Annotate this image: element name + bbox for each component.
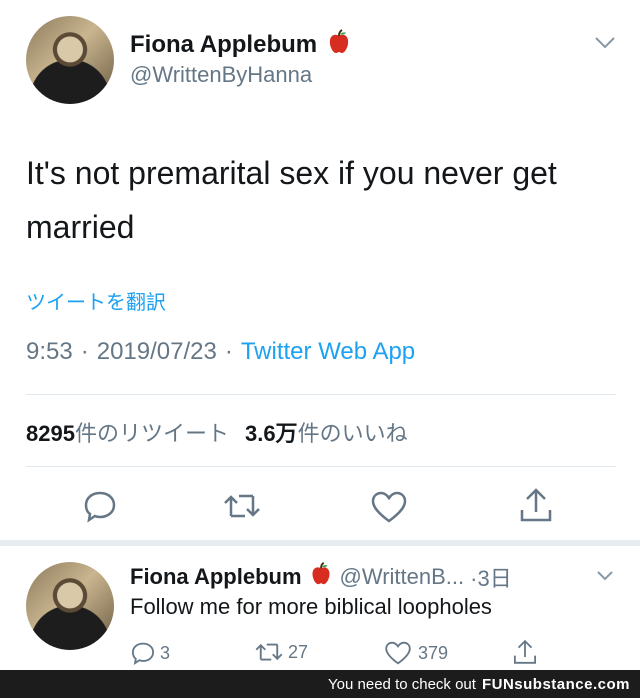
reply-like-action[interactable]: 379 [384,640,448,666]
like-icon[interactable] [370,490,408,524]
chevron-down-icon[interactable] [596,570,614,582]
reply-author-handle[interactable]: @WrittenB... [340,564,465,590]
meta-separator: · [224,338,233,365]
retweet-icon [254,640,284,664]
tweet-time[interactable]: 9:53 [26,338,73,366]
divider [26,466,616,467]
tweet-meta: 9:53 · 2019/07/23 · Twitter Web App [26,338,415,366]
translate-link[interactable]: ツイートを翻訳 [26,286,166,315]
reply-reply-action[interactable]: 3 [130,640,170,666]
reply-author-row: Fiona Applebum @WrittenB... ·3日 [130,561,512,593]
tweet-text: It's not premarital sex if you never get… [26,155,557,245]
reply-reply-count: 3 [160,642,171,663]
section-separator [0,540,640,546]
share-icon[interactable] [518,486,554,524]
chevron-down-icon[interactable] [594,36,616,50]
avatar[interactable] [26,16,114,104]
like-count[interactable]: 3.6万 [245,416,298,448]
apple-emoji-icon [325,28,353,61]
apple-emoji-icon [308,561,334,593]
share-icon[interactable] [512,638,538,666]
reply-retweet-action[interactable]: 27 [254,640,308,664]
tweet-stats: 8295 件のリツイート 3.6万 件のいいね [26,416,408,448]
reply-author-name[interactable]: Fiona Applebum [130,564,302,590]
reply-retweet-count: 27 [288,641,309,662]
reply-icon [130,640,156,666]
watermark-bar: You need to check out FUNsubstance.com [0,670,640,698]
divider [26,394,616,395]
retweet-icon[interactable] [222,490,262,522]
meta-separator: · [80,338,89,365]
reply-like-count: 379 [418,642,449,663]
author-row: Fiona Applebum [130,28,353,61]
tweet-source[interactable]: Twitter Web App [241,338,415,366]
reply-icon[interactable] [82,488,118,524]
retweet-count[interactable]: 8295 [26,421,75,447]
like-icon [384,640,412,666]
author-name[interactable]: Fiona Applebum [130,31,317,59]
watermark-text: You need to check out [328,675,476,693]
author-handle[interactable]: @WrittenByHanna [130,62,312,88]
tweet-date[interactable]: 2019/07/23 [97,338,217,366]
reply-time[interactable]: ·3日 [470,561,512,593]
watermark-brand: FUNsubstance.com [481,675,630,693]
reply-text: Follow me for more biblical loopholes [130,594,492,619]
retweet-count-label[interactable]: 件のリツイート [75,416,229,448]
reply-avatar[interactable] [26,562,114,650]
like-count-label[interactable]: 件のいいね [298,416,408,448]
